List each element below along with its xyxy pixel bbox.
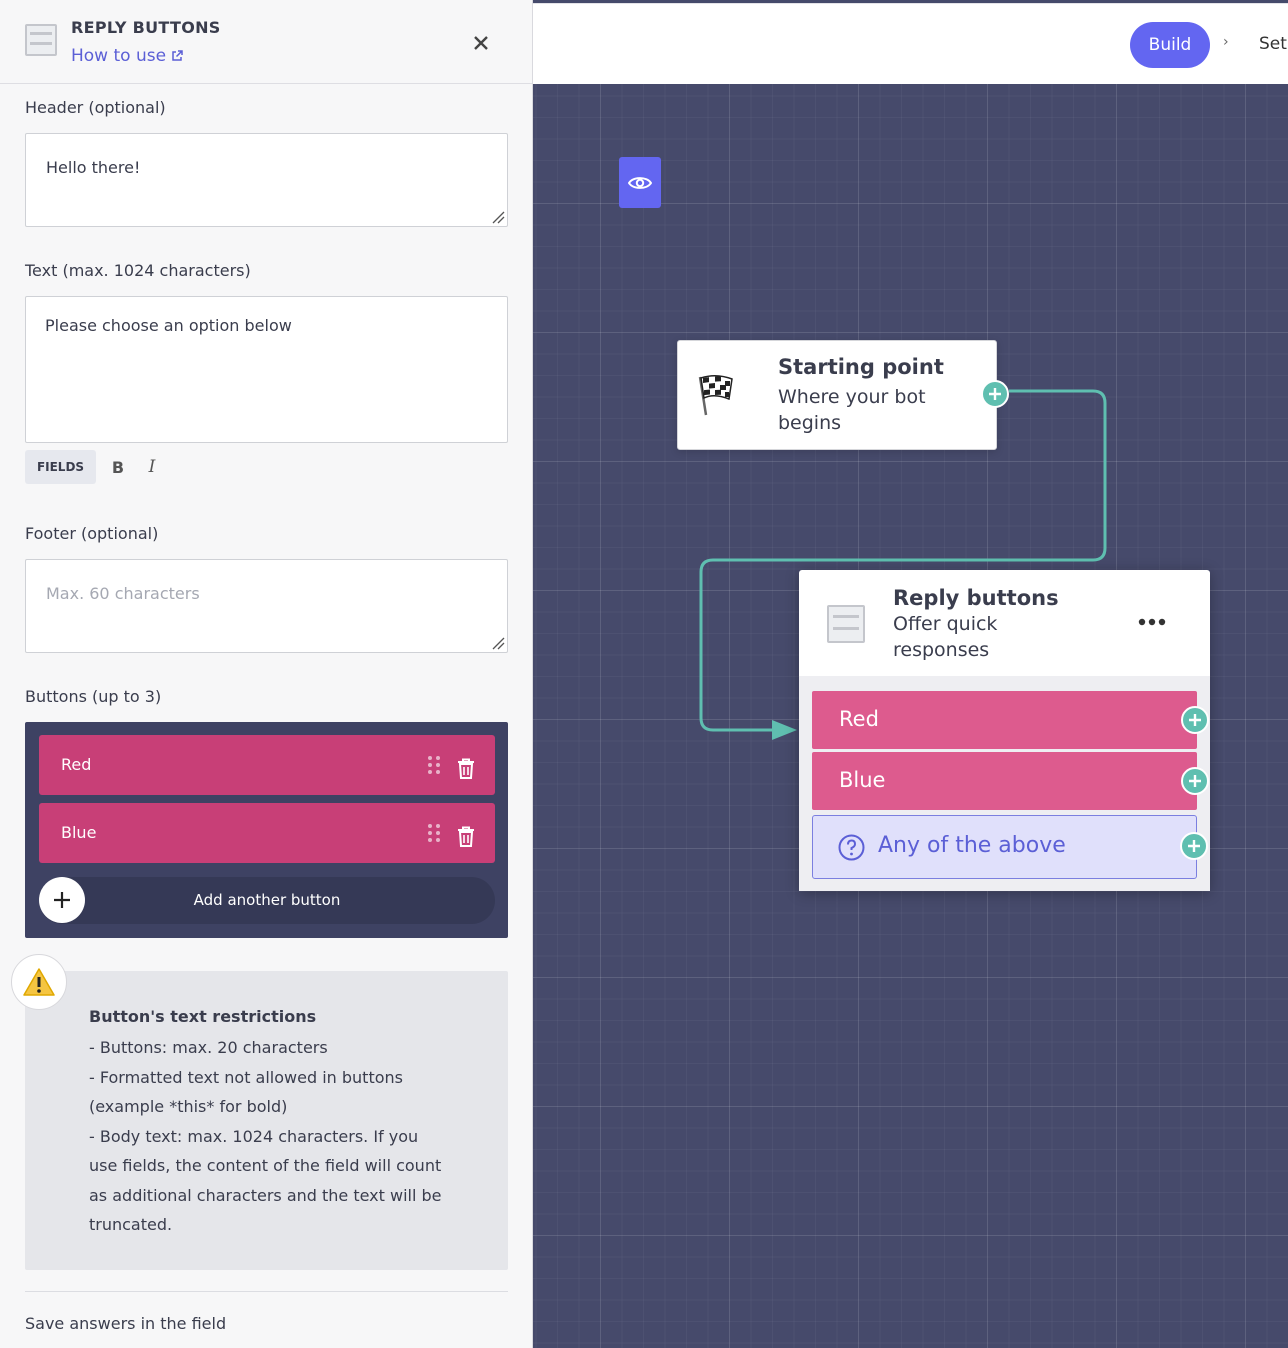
warning-lines: - Buttons: max. 20 characters - Formatte…	[89, 1033, 449, 1240]
resize-grip-icon[interactable]	[491, 210, 505, 224]
reply-buttons-icon	[25, 24, 57, 56]
italic-button[interactable]: I	[142, 457, 162, 477]
reply-buttons-node[interactable]: Reply buttons Offer quick responses Red …	[799, 570, 1210, 891]
reply-node-title: Reply buttons	[893, 586, 1059, 610]
node-button-label: Blue	[839, 768, 886, 792]
how-to-use-label: How to use	[71, 46, 167, 66]
section-divider	[25, 1291, 508, 1292]
node-button-any-of-the-above[interactable]: Any of the above	[812, 815, 1197, 879]
how-to-use-link[interactable]: How to use	[71, 46, 183, 66]
buttons-list: Red Blue Add another button	[25, 722, 508, 938]
start-node-subtitle: Where your bot begins	[778, 386, 926, 434]
reply-buttons-settings-panel: REPLY BUTTONS How to use Header (optiona…	[0, 0, 533, 1348]
text-field-value: Please choose an option below	[45, 316, 292, 335]
preview-eye-button[interactable]	[619, 157, 661, 208]
warning-line: - Formatted text not allowed in buttons …	[89, 1067, 403, 1117]
warning-line: - Body text: max. 1024 characters. If yo…	[89, 1126, 442, 1235]
header-field-label: Header (optional)	[25, 98, 166, 117]
plus-icon	[1189, 714, 1201, 726]
blue-button-add-connector[interactable]	[1181, 767, 1209, 795]
plus-icon	[1189, 775, 1201, 787]
checkered-flag-icon	[698, 375, 733, 416]
header-field-value: Hello there!	[46, 158, 141, 177]
button-item-label: Red	[61, 755, 92, 774]
node-button-blue[interactable]: Blue	[812, 752, 1197, 810]
node-button-label: Red	[839, 707, 879, 731]
text-field[interactable]: Please choose an option below	[25, 296, 508, 443]
panel-header: REPLY BUTTONS How to use	[0, 0, 532, 84]
buttons-section-label: Buttons (up to 3)	[25, 687, 162, 706]
fields-button[interactable]: FIELDS	[25, 450, 96, 484]
add-another-button[interactable]: Add another button	[39, 877, 495, 924]
question-circle-icon	[838, 834, 865, 861]
add-another-button-label: Add another button	[193, 891, 341, 909]
button-item-red[interactable]: Red	[39, 735, 495, 795]
formatting-toolbar: FIELDS B I	[25, 450, 162, 484]
text-field-label: Text (max. 1024 characters)	[25, 261, 251, 280]
footer-field[interactable]: Max. 60 characters	[25, 559, 508, 653]
plus-icon	[989, 388, 1001, 400]
button-item-label: Blue	[61, 823, 97, 842]
plus-icon	[1188, 840, 1200, 852]
drag-handle-icon[interactable]	[427, 823, 441, 843]
top-bar: Build › Set	[533, 3, 1288, 84]
external-link-icon	[172, 50, 183, 61]
footer-field-placeholder: Max. 60 characters	[46, 584, 200, 603]
header-field[interactable]: Hello there!	[25, 133, 508, 227]
warning-badge	[11, 954, 67, 1010]
chevron-right-icon: ›	[1223, 34, 1229, 50]
warning-line: - Buttons: max. 20 characters	[89, 1038, 328, 1057]
starting-point-node[interactable]: Starting point Where your bot begins	[677, 340, 997, 450]
close-icon[interactable]	[470, 32, 492, 54]
bold-button[interactable]: B	[108, 458, 128, 477]
build-tab-button[interactable]: Build	[1130, 22, 1210, 68]
warning-title: Button's text restrictions	[89, 1007, 317, 1026]
panel-title: REPLY BUTTONS	[71, 18, 221, 37]
drag-handle-icon[interactable]	[427, 755, 441, 775]
start-node-title: Starting point	[778, 355, 944, 379]
node-button-label: Any of the above	[878, 833, 1066, 858]
reply-node-subtitle: Offer quick responses	[893, 613, 998, 661]
eye-icon	[628, 176, 652, 189]
warning-icon	[23, 968, 55, 996]
settings-tab-button[interactable]: Set	[1259, 34, 1287, 54]
resize-grip-icon[interactable]	[491, 636, 505, 650]
trash-icon[interactable]	[457, 826, 475, 847]
reply-buttons-icon	[827, 605, 865, 643]
more-options-icon[interactable]	[1137, 612, 1167, 632]
start-node-add-connector[interactable]	[981, 380, 1009, 408]
footer-field-label: Footer (optional)	[25, 524, 159, 543]
node-button-red[interactable]: Red	[812, 691, 1197, 749]
red-button-add-connector[interactable]	[1181, 706, 1209, 734]
save-answers-label: Save answers in the field	[25, 1314, 227, 1333]
trash-icon[interactable]	[457, 758, 475, 779]
fallback-add-connector[interactable]	[1180, 832, 1208, 860]
button-item-blue[interactable]: Blue	[39, 803, 495, 863]
